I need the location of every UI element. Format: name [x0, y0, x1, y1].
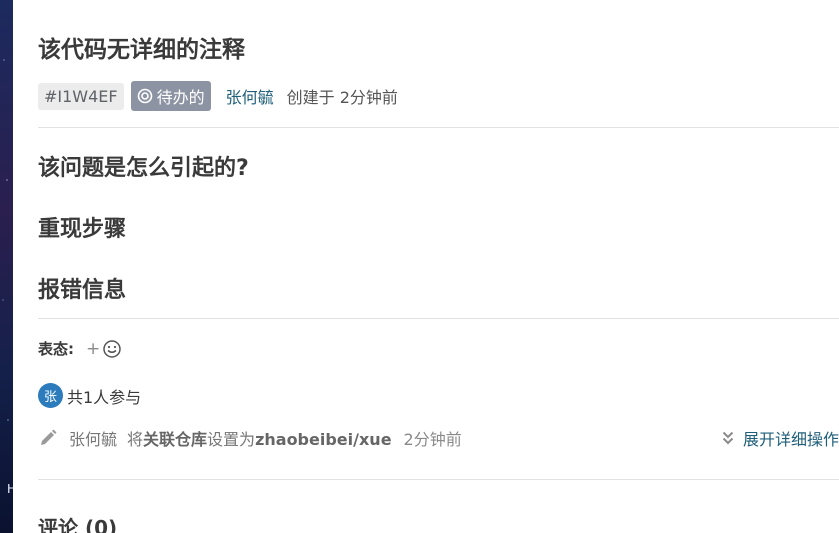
activity-time: 2分钟前: [403, 430, 462, 449]
header-divider: [38, 127, 839, 128]
issue-title: 该代码无详细的注释: [38, 37, 245, 63]
reactions-row: 表态: +: [38, 338, 122, 359]
reactions-label: 表态:: [38, 340, 74, 358]
activity-item: 张何毓 将关联仓库设置为zhaobeibei/xue 2分钟前 展开详细操作: [38, 426, 839, 450]
comments-title: 评论 (0): [38, 516, 118, 533]
participants-count: 共1人参与: [67, 387, 142, 407]
section-cause: 该问题是怎么引起的?: [38, 156, 249, 181]
activity-description: 将关联仓库设置为zhaobeibei/xue: [127, 426, 392, 450]
section-error: 报错信息: [38, 278, 127, 303]
issue-detail-panel: 该代码无详细的注释 #I1W4EF 待办的 张何毓 创建于 2分钟前 该问题是怎…: [13, 0, 839, 533]
issue-id-badge[interactable]: #I1W4EF: [38, 82, 124, 110]
status-label: 待办的: [156, 88, 205, 107]
activity-divider: [38, 479, 839, 480]
add-reaction-button[interactable]: +: [86, 339, 122, 359]
status-badge[interactable]: 待办的: [130, 81, 211, 111]
created-time: 创建于 2分钟前: [286, 88, 398, 107]
pencil-icon: [41, 429, 57, 445]
activity-text-pre: 将: [127, 430, 144, 449]
avatar[interactable]: 张: [38, 383, 63, 408]
expand-details-label: 展开详细操作: [743, 430, 839, 449]
activity-repo[interactable]: zhaobeibei/xue: [255, 430, 391, 449]
author-link[interactable]: 张何毓: [226, 84, 274, 108]
activity-field: 关联仓库: [143, 430, 208, 449]
status-circle-icon: [137, 88, 152, 104]
body-divider: [38, 318, 839, 319]
activity-user[interactable]: 张何毓: [69, 426, 117, 450]
issue-meta: #I1W4EF 待办的 张何毓 创建于 2分钟前: [38, 81, 398, 111]
plus-icon: +: [86, 338, 101, 359]
section-reproduce: 重现步骤: [38, 217, 127, 242]
activity-text-mid: 设置为: [207, 430, 256, 449]
participants-row: 张 共1人参与: [38, 383, 141, 408]
double-chevron-down-icon: [722, 431, 734, 445]
smiley-icon: [103, 339, 121, 358]
expand-details-button[interactable]: 展开详细操作: [722, 426, 839, 450]
